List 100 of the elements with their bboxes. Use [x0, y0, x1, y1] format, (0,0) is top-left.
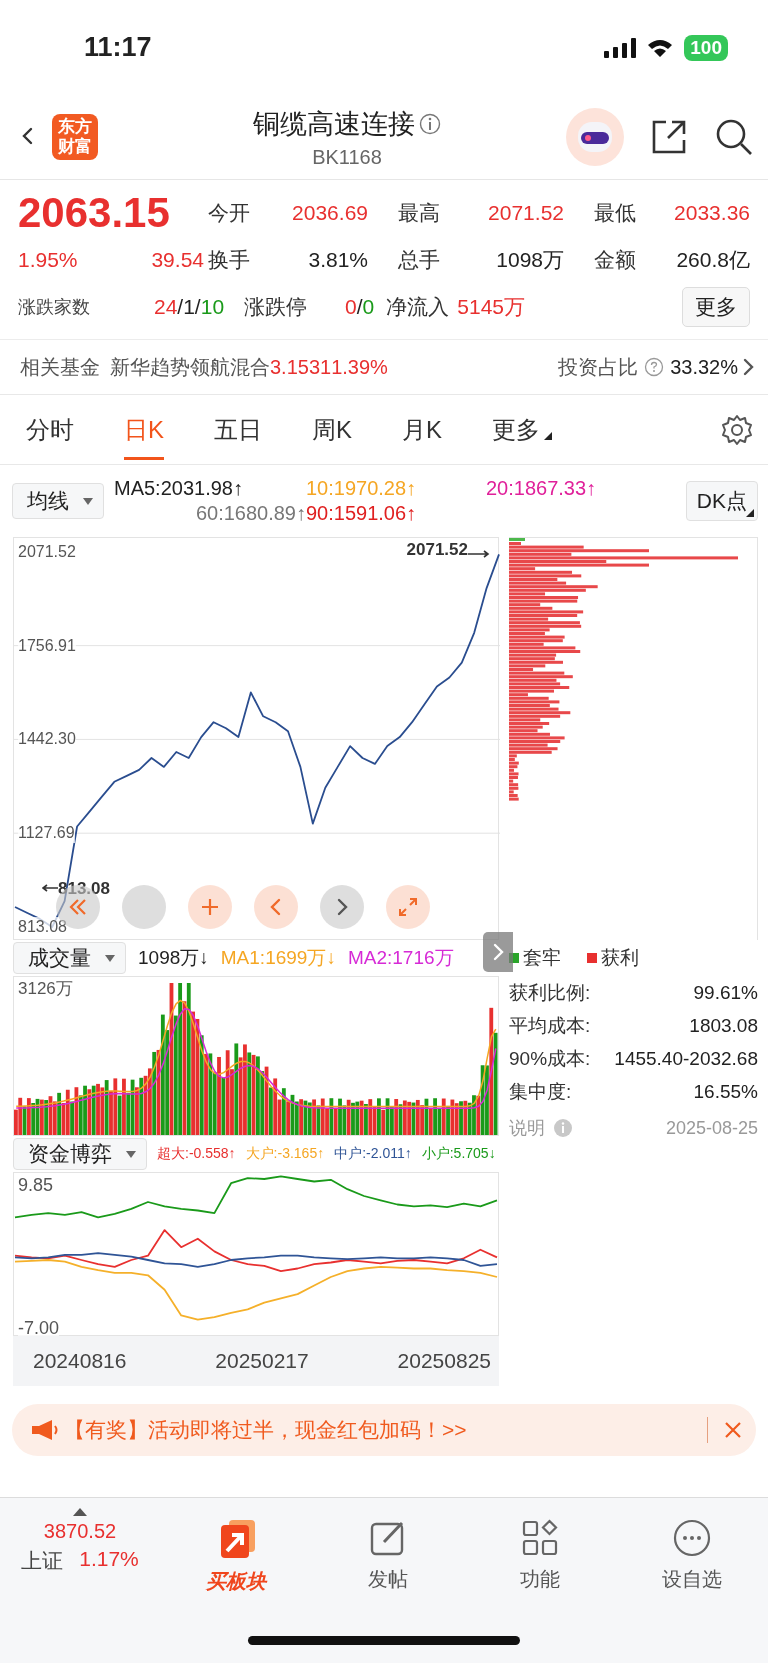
date-label: 20250217: [215, 1349, 309, 1373]
expand-icon: [397, 896, 419, 918]
current-price: 2063.15: [18, 189, 171, 237]
wifi-icon: [646, 37, 675, 58]
flow-reading: 大户:-3.165↑: [245, 1145, 325, 1163]
battery-indicator: 100: [684, 34, 728, 61]
info-icon[interactable]: [419, 112, 441, 135]
ma-reading: 90:1591.06↑: [306, 502, 418, 525]
fund-change: 1.39%: [331, 355, 388, 379]
tab[interactable]: 五日: [214, 399, 262, 460]
stat-value: 2033.36: [673, 201, 750, 225]
stat-value: 1098万: [495, 247, 564, 273]
ratio-value: 33.32%: [670, 355, 738, 379]
nav-item[interactable]: 设自选: [616, 1508, 768, 1663]
volume-reading: MA2:1716万: [347, 946, 454, 970]
date-label: 20250825: [397, 1349, 491, 1373]
date-label: 20240816: [33, 1349, 127, 1373]
ma-reading: 20:1867.33↑: [486, 477, 598, 500]
nav-item[interactable]: 发帖: [312, 1508, 464, 1663]
clock: 11:17: [84, 32, 152, 63]
fund-label: 相关基金: [20, 354, 100, 380]
stat-value: 16.55%: [693, 1080, 758, 1103]
stat-value: 99.61%: [693, 981, 758, 1004]
fund-name[interactable]: 新华趋势领航混合: [110, 353, 270, 381]
expand-button[interactable]: [386, 885, 430, 929]
page-title: 铜缆高速连接: [253, 107, 415, 141]
change-value: 39.54: [151, 248, 204, 272]
axis-label: -7.00: [18, 1318, 60, 1339]
stat-label: 净流入: [386, 294, 450, 320]
stat-value: 260.8亿: [675, 247, 750, 273]
caret-up-icon: [73, 1508, 87, 1516]
stat-value: 3.81%: [307, 248, 368, 272]
tab[interactable]: 分时: [26, 399, 74, 460]
flow-reading: 小户:5.705↓: [421, 1145, 496, 1163]
stat-label: 总手: [398, 247, 441, 273]
nav-item[interactable]: 功能: [464, 1508, 616, 1663]
axis-label: 1127.69: [18, 823, 75, 844]
legend-item: 获利: [587, 945, 639, 971]
robot-avatar-icon[interactable]: [566, 108, 624, 166]
flow-reading: 中户:-2.011↑: [334, 1145, 412, 1163]
tab[interactable]: 周K: [312, 399, 353, 460]
high-price-label: 2071.52: [406, 540, 468, 560]
more-menu-tab[interactable]: 更多: [492, 399, 553, 460]
ratio-label: 投资占比: [558, 354, 639, 380]
megaphone-icon: [30, 1418, 60, 1442]
stat-value: 5145万: [457, 294, 525, 320]
right-button[interactable]: [320, 885, 364, 929]
index-name[interactable]: 上证: [21, 1547, 64, 1575]
plus-icon: [199, 896, 221, 918]
help-icon[interactable]: [644, 357, 665, 377]
stat-value: 24/1/10: [154, 295, 225, 319]
indicator-dropdown[interactable]: 成交量: [13, 942, 126, 974]
more-icon: [672, 1518, 712, 1558]
leader-line: [42, 884, 58, 892]
stat-label: 最高: [398, 200, 441, 226]
sector-code: BK1168: [312, 145, 382, 169]
stat-label: 获利比例:: [509, 980, 591, 1005]
legend-item: 套牢: [509, 945, 561, 971]
stat-label: 换手: [208, 247, 251, 273]
apps-icon: [520, 1518, 560, 1558]
axis-label: 3126万: [18, 979, 73, 999]
change-percent: 1.95%: [18, 248, 78, 272]
index-change: 1.17%: [79, 1547, 139, 1572]
stat-label: 90%成本:: [509, 1046, 591, 1071]
volume-reading: 1098万↓: [138, 946, 209, 970]
stat-label: 今开: [208, 200, 251, 226]
date-label: 2025-08-25: [665, 1117, 758, 1139]
left-button[interactable]: [254, 885, 298, 929]
stat-value: 2071.52: [487, 201, 564, 225]
banner-text: 【有奖】活动即将过半，现金红包加码！>>: [64, 1417, 468, 1443]
tab[interactable]: 月K: [402, 399, 443, 460]
low-price-label: 813.08: [58, 879, 110, 899]
ma-reading: MA5:2031.98↑: [114, 477, 244, 500]
indicator-dropdown[interactable]: 资金博弈: [13, 1138, 147, 1170]
share-icon[interactable]: [650, 118, 688, 156]
stat-label: 最低: [594, 200, 637, 226]
search-icon[interactable]: [714, 117, 754, 157]
volume-reading: MA1:1699万↓: [220, 946, 336, 970]
ma-reading: 60:1680.89↑: [195, 502, 306, 525]
indicator-dropdown[interactable]: 均线: [12, 483, 104, 519]
app-logo: 东方 财富: [52, 114, 98, 160]
stat-label: 涨跌停: [244, 294, 308, 320]
zoom-in-button[interactable]: [188, 885, 232, 929]
expand-panel-button[interactable]: [483, 932, 513, 972]
stat-value: 1455.40-2032.68: [614, 1047, 758, 1070]
stat-label: 平均成本:: [509, 1013, 591, 1038]
settings-icon[interactable]: [720, 412, 754, 447]
index-value[interactable]: 3870.52: [43, 1520, 117, 1543]
stat-value: 2036.69: [291, 201, 368, 225]
stat-value: 1803.08: [689, 1014, 758, 1037]
stat-value: 0/0: [345, 295, 375, 319]
flow-reading: 超大:-0.558↑: [157, 1145, 236, 1163]
dk-point-button[interactable]: DK点: [685, 481, 758, 521]
close-icon[interactable]: [724, 1421, 742, 1439]
fund-nav: 3.1531: [270, 355, 332, 379]
ma-reading: 10:1970.28↑: [306, 477, 418, 500]
more-button[interactable]: 更多: [682, 287, 750, 327]
leader-line: [468, 550, 490, 558]
signal-icon: [604, 37, 637, 58]
stat-label: 金额: [594, 247, 637, 273]
